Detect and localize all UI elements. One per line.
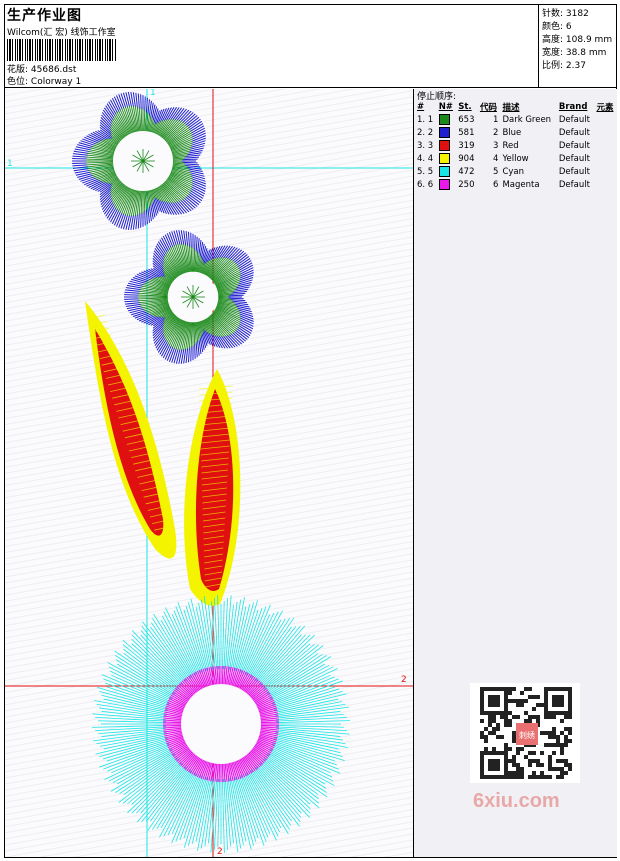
marker-red-right: 2 <box>401 675 407 685</box>
colorway-value: Colorway 1 <box>30 77 82 87</box>
header-info: 生产作业图 Wilcom(汇 宏) 线饰工作室 花版: 45686.dst 色位… <box>4 4 539 88</box>
stat-width: 宽度: 38.8 mm <box>542 48 607 58</box>
color-swatch <box>438 166 450 177</box>
color-swatch <box>438 153 450 164</box>
color-row: 4. 4 904 4 Yellow Default <box>417 153 590 164</box>
color-swatch <box>438 140 450 151</box>
color-table: # N# St. 代码 描述 Brand 元素 1. 1 653 1 Dark Gre… <box>415 101 617 191</box>
color-swatch <box>438 114 450 125</box>
flower-top <box>72 92 206 230</box>
flower-middle <box>124 230 254 364</box>
marker-cyan-top: 1 <box>150 89 156 98</box>
sunburst <box>92 595 350 853</box>
colorway: 色位: Colorway 1 <box>7 77 82 87</box>
barcode <box>7 39 117 61</box>
qr-code: 刺绣 <box>470 683 580 783</box>
page-title: 生产作业图 <box>7 8 82 24</box>
watermark-text: 6xiu.com <box>473 790 560 812</box>
sunburst-center <box>181 684 261 764</box>
color-row: 1. 1 653 1 Dark Green Default <box>417 114 590 125</box>
embroidery-preview <box>5 89 413 857</box>
marker-cyan-left: 1 <box>7 159 13 169</box>
company-name: Wilcom(汇 宏) 线饰工作室 <box>7 28 116 38</box>
color-swatch <box>438 127 450 138</box>
color-row: 2. 2 581 2 Blue Default <box>417 127 590 138</box>
leaf-right <box>184 369 241 606</box>
color-swatch <box>438 179 450 190</box>
design-stats: 针数: 3182 颜色: 6 高度: 108.9 mm 宽度: 38.8 mm … <box>539 4 617 88</box>
design-canvas[interactable]: 1 1 2 2 <box>5 89 414 857</box>
stat-height: 高度: 108.9 mm <box>542 35 613 45</box>
color-row: 5. 5 472 5 Cyan Default <box>417 166 590 177</box>
marker-red-bottom: 2 <box>217 847 223 857</box>
color-row: 6. 6 250 6 Magenta Default <box>417 179 590 190</box>
stat-stitches: 针数: 3182 <box>542 9 589 19</box>
stat-colors: 颜色: 6 <box>542 22 572 32</box>
color-table-header: # N# St. 代码 描述 Brand 元素 <box>417 102 614 113</box>
color-row: 3. 3 319 3 Red Default <box>417 140 590 151</box>
stat-scale: 比例: 2.37 <box>542 61 586 71</box>
qr-caption: 刺绣 <box>519 730 535 740</box>
